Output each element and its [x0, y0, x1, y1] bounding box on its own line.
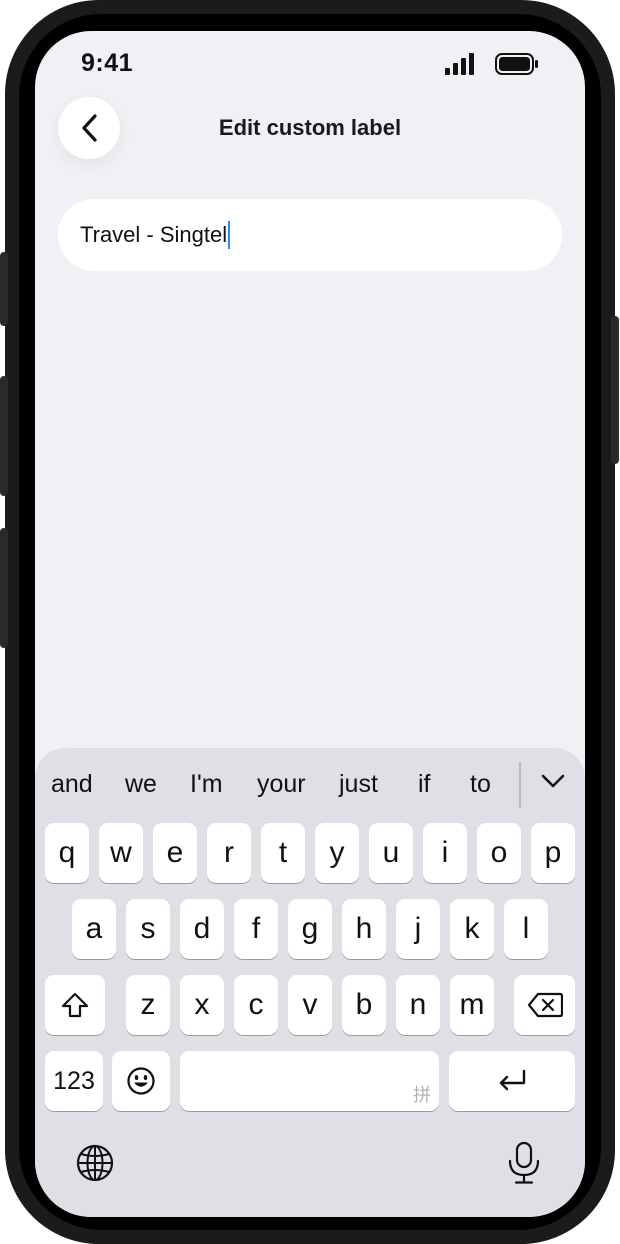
volume-up-button — [0, 376, 8, 496]
key-x[interactable]: x — [180, 975, 224, 1035]
key-o[interactable]: o — [477, 823, 521, 883]
emoji-key[interactable] — [112, 1051, 170, 1111]
key-b[interactable]: b — [342, 975, 386, 1035]
suggestion-item[interactable]: and — [51, 770, 93, 799]
key-y[interactable]: y — [315, 823, 359, 883]
key-h[interactable]: h — [342, 899, 386, 959]
custom-label-input[interactable]: Travel - Singtel — [58, 199, 562, 271]
key-u[interactable]: u — [369, 823, 413, 883]
battery-icon — [495, 53, 538, 75]
dictation-button[interactable] — [505, 1141, 543, 1185]
input-method-hint: 拼 — [413, 1085, 431, 1105]
key-r[interactable]: r — [207, 823, 251, 883]
key-z[interactable]: z — [126, 975, 170, 1035]
delete-key[interactable] — [514, 975, 575, 1035]
suggestion-bar: and we I'm your just if to — [35, 748, 585, 820]
globe-icon — [76, 1144, 114, 1182]
microphone-icon — [508, 1141, 540, 1184]
numbers-key[interactable]: 123 — [45, 1051, 103, 1111]
suggestion-divider — [519, 762, 521, 808]
suggestion-item[interactable]: I'm — [190, 770, 223, 799]
key-a[interactable]: a — [72, 899, 116, 959]
key-n[interactable]: n — [396, 975, 440, 1035]
delete-backspace-icon — [527, 992, 563, 1018]
key-g[interactable]: g — [288, 899, 332, 959]
action-button — [0, 252, 8, 326]
key-t[interactable]: t — [261, 823, 305, 883]
key-f[interactable]: f — [234, 899, 278, 959]
key-s[interactable]: s — [126, 899, 170, 959]
key-k[interactable]: k — [450, 899, 494, 959]
status-icons — [445, 53, 539, 75]
suggestion-item[interactable]: to — [470, 770, 491, 799]
globe-button[interactable] — [75, 1143, 115, 1183]
suggestion-item[interactable]: just — [339, 770, 378, 799]
chevron-down-icon[interactable] — [540, 772, 566, 790]
return-key[interactable] — [449, 1051, 575, 1111]
key-c[interactable]: c — [234, 975, 278, 1035]
suggestion-item[interactable]: if — [418, 770, 431, 799]
suggestion-item[interactable]: we — [125, 770, 157, 799]
emoji-icon — [127, 1067, 155, 1095]
screen: 9:41 Edit custom label Travel - Singtel … — [35, 31, 585, 1217]
suggestion-item[interactable]: your — [257, 770, 306, 799]
key-j[interactable]: j — [396, 899, 440, 959]
key-d[interactable]: d — [180, 899, 224, 959]
cellular-signal-icon — [445, 53, 474, 75]
key-l[interactable]: l — [504, 899, 548, 959]
page-title: Edit custom label — [218, 115, 402, 140]
key-e[interactable]: e — [153, 823, 197, 883]
return-icon — [499, 1069, 526, 1091]
power-button — [611, 316, 619, 464]
key-m[interactable]: m — [450, 975, 494, 1035]
volume-down-button — [0, 528, 8, 648]
key-v[interactable]: v — [288, 975, 332, 1035]
keyboard: and we I'm your just if to q w e r t y u… — [35, 748, 585, 1217]
text-caret — [228, 221, 231, 249]
key-i[interactable]: i — [423, 823, 467, 883]
space-key[interactable]: 拼 — [180, 1051, 439, 1111]
status-time: 9:41 — [81, 49, 134, 77]
key-q[interactable]: q — [45, 823, 89, 883]
shift-key[interactable] — [45, 975, 105, 1035]
key-w[interactable]: w — [99, 823, 143, 883]
custom-label-value: Travel - Singtel — [80, 222, 228, 247]
shift-icon — [61, 992, 89, 1018]
key-p[interactable]: p — [531, 823, 575, 883]
